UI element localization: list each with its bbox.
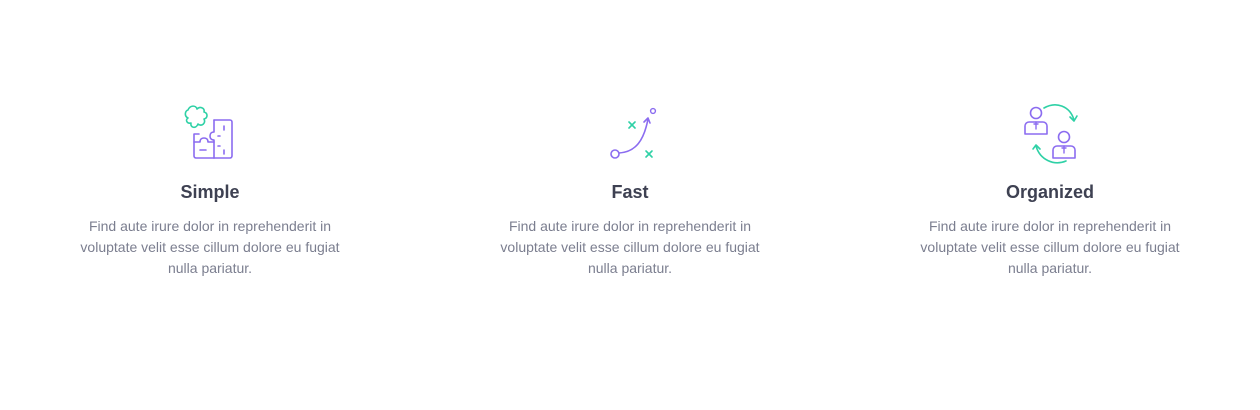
feature-card-simple: Simple Find aute irure dolor in reprehen… (70, 102, 350, 279)
feature-title: Organized (1005, 182, 1094, 202)
feature-card-fast: Fast Find aute irure dolor in reprehende… (490, 102, 770, 279)
features-section: Simple Find aute irure dolor in reprehen… (0, 0, 1260, 410)
strategy-path-icon (598, 102, 662, 166)
feature-description: Find aute irure dolor in reprehenderit i… (920, 218, 1180, 276)
feature-title: Simple (180, 182, 240, 202)
feature-card-organized: Organized Find aute irure dolor in repre… (910, 102, 1190, 279)
feature-description: Find aute irure dolor in reprehenderit i… (500, 218, 760, 276)
puzzle-icon (178, 102, 242, 166)
people-exchange-icon (1018, 102, 1082, 166)
feature-description: Find aute irure dolor in reprehenderit i… (80, 218, 340, 276)
feature-title: Fast (611, 182, 649, 202)
